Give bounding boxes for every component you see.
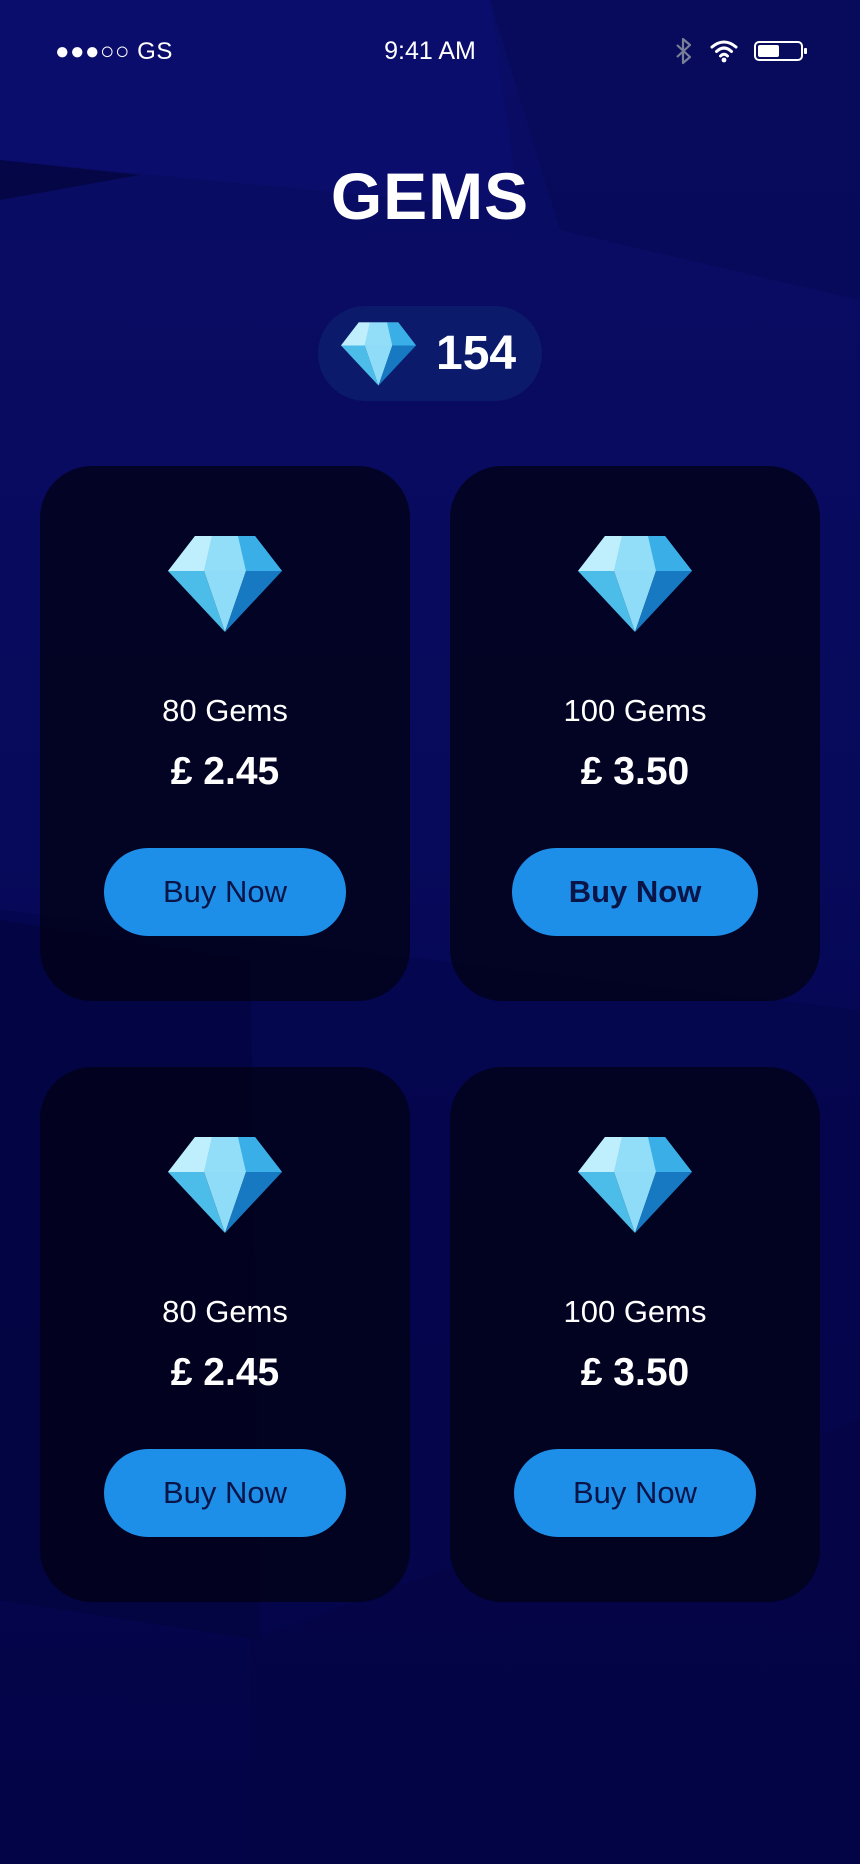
gem-icon — [168, 1137, 282, 1233]
gem-icon — [578, 536, 692, 632]
gem-package-card: 100 Gems £ 3.50 Buy Now — [450, 466, 820, 1001]
gem-icon — [578, 1137, 692, 1233]
buy-now-button[interactable]: Buy Now — [512, 848, 758, 936]
gem-balance: 154 — [318, 306, 542, 401]
buy-now-button[interactable]: Buy Now — [104, 848, 346, 936]
buy-now-button[interactable]: Buy Now — [514, 1449, 756, 1537]
package-price: £ 2.45 — [170, 750, 280, 793]
buy-now-button[interactable]: Buy Now — [104, 1449, 346, 1537]
package-price: £ 2.45 — [170, 1351, 280, 1394]
gem-icon — [168, 536, 282, 632]
bluetooth-icon — [674, 36, 694, 71]
status-icons — [674, 36, 808, 71]
package-name: 80 Gems — [162, 1294, 288, 1329]
package-name: 80 Gems — [162, 693, 288, 728]
wifi-icon — [710, 39, 738, 68]
gem-package-card: 80 Gems £ 2.45 Buy Now — [40, 466, 410, 1001]
package-name: 100 Gems — [563, 1294, 707, 1329]
gem-package-card: 80 Gems £ 2.45 Buy Now — [40, 1067, 410, 1602]
battery-icon — [754, 39, 808, 68]
status-bar: ●●●○○ GS 9:41 AM — [0, 0, 860, 104]
gem-balance-count: 154 — [436, 327, 517, 380]
package-name: 100 Gems — [563, 693, 707, 728]
gem-package-card: 100 Gems £ 3.50 Buy Now — [450, 1067, 820, 1602]
package-price: £ 3.50 — [580, 750, 690, 793]
gem-icon — [341, 321, 416, 387]
page-title: GEMS — [330, 159, 530, 233]
package-price: £ 3.50 — [580, 1351, 690, 1394]
